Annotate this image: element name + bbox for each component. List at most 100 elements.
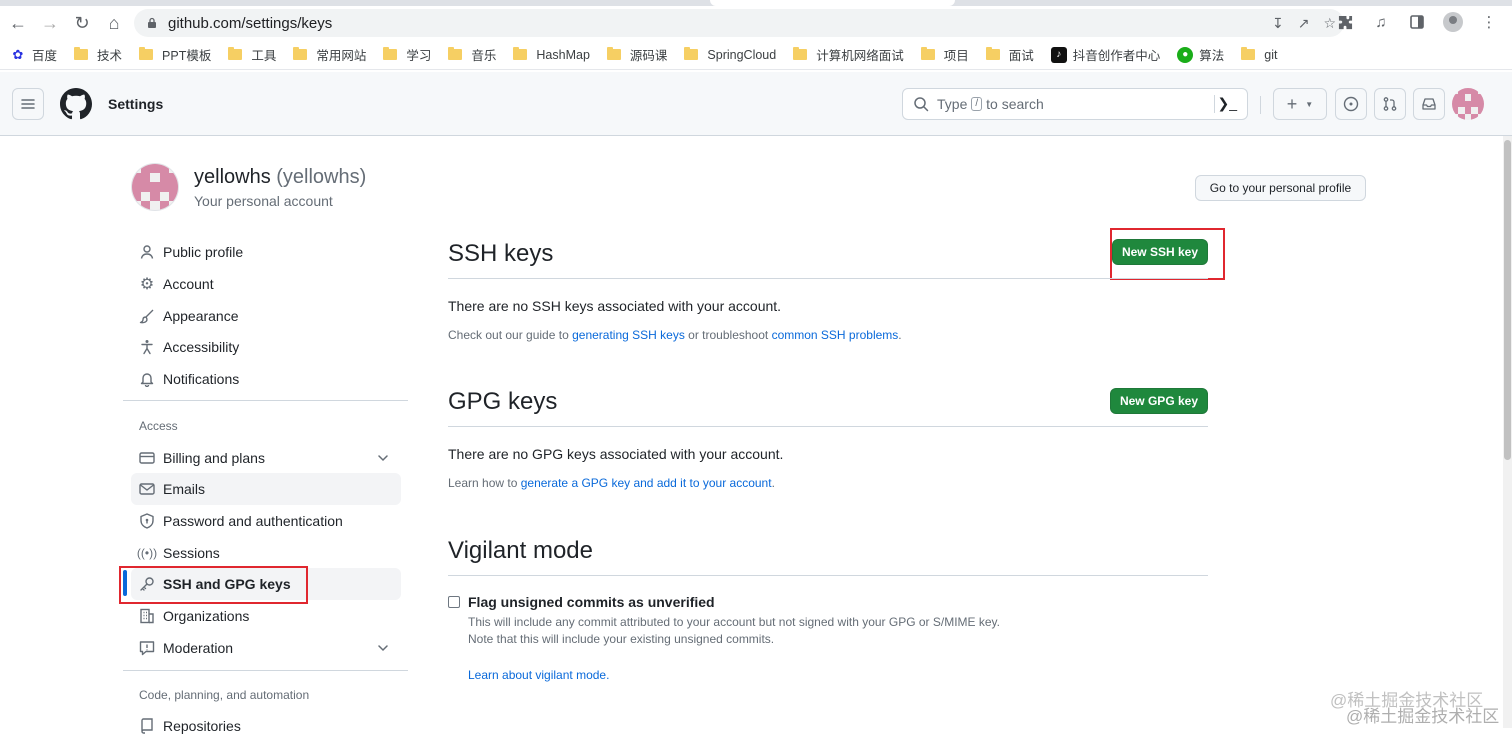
sidebar-item-sessions[interactable]: ((•)) Sessions: [131, 537, 401, 569]
section-divider: [448, 426, 1208, 427]
learn-vigilant-mode-link[interactable]: Learn about vigilant mode.: [468, 668, 609, 682]
vigilant-mode-checkbox[interactable]: [448, 596, 460, 608]
folder-icon: [985, 47, 1000, 60]
browser-menu-icon[interactable]: ⋮: [1476, 8, 1502, 36]
account-name: yellowhs (yellowhs): [194, 166, 366, 189]
bookmark-folder[interactable]: 项目: [920, 45, 969, 64]
sidebar-item-notifications[interactable]: Notifications: [131, 363, 401, 395]
sidebar-item-accessibility[interactable]: Accessibility: [131, 331, 401, 363]
folder-icon: [383, 47, 398, 60]
shield-lock-icon: [139, 513, 155, 529]
browser-profile-icon[interactable]: [1440, 8, 1466, 36]
search-input[interactable]: Type / to search ❯_: [902, 88, 1248, 120]
inbox-button[interactable]: [1413, 88, 1445, 120]
share-icon[interactable]: ↗: [1298, 15, 1310, 32]
sidebar-item-public-profile[interactable]: Public profile: [131, 236, 401, 268]
command-palette-icon[interactable]: ❯_: [1217, 95, 1237, 112]
common-ssh-problems-link[interactable]: common SSH problems: [772, 328, 899, 342]
sidebar-item-label: Appearance: [163, 308, 239, 324]
bookmark-folder[interactable]: SpringCloud: [684, 47, 776, 62]
sidebar-heading-access: Access: [139, 419, 178, 433]
sidebar-item-appearance[interactable]: Appearance: [131, 300, 401, 332]
account-display-name[interactable]: yellowhs: [194, 166, 271, 188]
extensions-icon[interactable]: [1332, 8, 1358, 36]
bookmark-folder[interactable]: 源码课: [606, 45, 667, 64]
sidebar-item-billing[interactable]: Billing and plans: [131, 442, 401, 474]
bookmark-folder[interactable]: 音乐: [448, 45, 496, 64]
lock-icon: [146, 17, 158, 29]
douyin-icon: ♪: [1050, 46, 1067, 63]
bookmark-folder[interactable]: 技术: [74, 45, 122, 64]
section-divider: [448, 278, 1208, 279]
bookmark-folder[interactable]: 学习: [383, 45, 431, 64]
pull-requests-button[interactable]: [1374, 88, 1406, 120]
folder-icon: [293, 47, 308, 60]
reload-icon[interactable]: ↻: [66, 7, 98, 39]
side-panel-icon[interactable]: [1404, 8, 1430, 36]
gpg-learn-text: Learn how to generate a GPG key and add …: [448, 476, 775, 490]
page-context-title[interactable]: Settings: [108, 96, 163, 112]
bookmark-folder[interactable]: 工具: [228, 45, 276, 64]
chevron-down-icon[interactable]: [375, 450, 391, 466]
sidebar-item-password-auth[interactable]: Password and authentication: [131, 505, 401, 537]
bookmark-folder[interactable]: git: [1241, 47, 1278, 62]
ssh-keys-heading: SSH keys: [448, 240, 554, 267]
git-pull-request-icon: [1383, 97, 1397, 111]
folder-icon: [513, 47, 528, 60]
search-placeholder-suffix: to search: [986, 96, 1044, 112]
forward-icon[interactable]: →: [34, 7, 66, 39]
home-icon[interactable]: ⌂: [98, 7, 130, 39]
address-bar[interactable]: github.com/settings/keys ↧ ↗ ☆: [134, 9, 1344, 37]
page-scrollbar[interactable]: [1503, 136, 1512, 728]
sidebar-item-label: Notifications: [163, 371, 240, 387]
plus-icon: +: [1286, 93, 1298, 114]
sidebar-item-label: Sessions: [163, 545, 220, 561]
bookmark-douyin[interactable]: ♪ 抖音创作者中心: [1050, 45, 1160, 64]
folder-icon: [606, 47, 621, 60]
hamburger-menu-button[interactable]: [12, 88, 44, 120]
install-icon[interactable]: ↧: [1272, 15, 1284, 32]
bookmark-folder[interactable]: HashMap: [513, 47, 590, 62]
account-login: (yellowhs): [276, 166, 367, 188]
bookmark-folder[interactable]: 计算机网络面试: [793, 45, 904, 64]
new-gpg-key-button[interactable]: New GPG key: [1110, 388, 1208, 414]
bookmark-baidu[interactable]: ✿ 百度: [10, 45, 57, 64]
back-icon[interactable]: ←: [2, 7, 34, 39]
ssh-guide-text: Check out our guide to generating SSH ke…: [448, 328, 902, 342]
vigilant-mode-label[interactable]: Flag unsigned commits as unverified: [468, 594, 715, 610]
bookmark-folder[interactable]: PPT模板: [139, 45, 211, 64]
bookmark-folder[interactable]: 面试: [985, 45, 1034, 64]
media-control-icon[interactable]: ♫: [1368, 8, 1394, 36]
issues-button[interactable]: [1335, 88, 1367, 120]
sidebar-heading-code: Code, planning, and automation: [139, 688, 310, 702]
header-divider: [1260, 96, 1261, 114]
folder-icon: [74, 47, 89, 60]
bookmark-folder[interactable]: 常用网站: [293, 45, 366, 64]
scrollbar-thumb[interactable]: [1504, 140, 1511, 460]
inbox-icon: [1422, 98, 1436, 110]
mail-icon: [139, 481, 155, 497]
vigilant-note-1: This will include any commit attributed …: [468, 615, 1001, 629]
generating-ssh-keys-link[interactable]: generating SSH keys: [572, 328, 685, 342]
chevron-down-icon[interactable]: [375, 640, 391, 656]
sidebar-item-emails[interactable]: Emails: [131, 473, 401, 505]
folder-icon: [684, 47, 699, 60]
sidebar-item-label: Moderation: [163, 640, 234, 656]
paintbrush-icon: [139, 308, 155, 324]
issue-opened-icon: [1343, 96, 1359, 112]
generate-gpg-key-link[interactable]: generate a GPG key and add it to your ac…: [521, 476, 772, 490]
annotation-highlight-button: [1110, 228, 1225, 280]
sidebar-item-account[interactable]: ⚙ Account: [131, 268, 401, 300]
sidebar-item-moderation[interactable]: Moderation: [131, 632, 401, 664]
sidebar-item-repositories[interactable]: Repositories: [131, 710, 401, 742]
sidebar-item-organizations[interactable]: Organizations: [131, 600, 401, 632]
go-to-profile-button[interactable]: Go to your personal profile: [1195, 175, 1366, 201]
bookmark-algorithm[interactable]: ● 算法: [1177, 45, 1224, 64]
github-logo-icon[interactable]: [60, 88, 92, 120]
user-avatar[interactable]: [1452, 88, 1484, 120]
baidu-icon: ✿: [12, 46, 24, 62]
url-text[interactable]: github.com/settings/keys: [168, 15, 332, 32]
sidebar-item-label: Account: [163, 276, 214, 292]
create-new-button[interactable]: + ▼: [1273, 88, 1327, 120]
hamburger-icon: [21, 99, 35, 109]
